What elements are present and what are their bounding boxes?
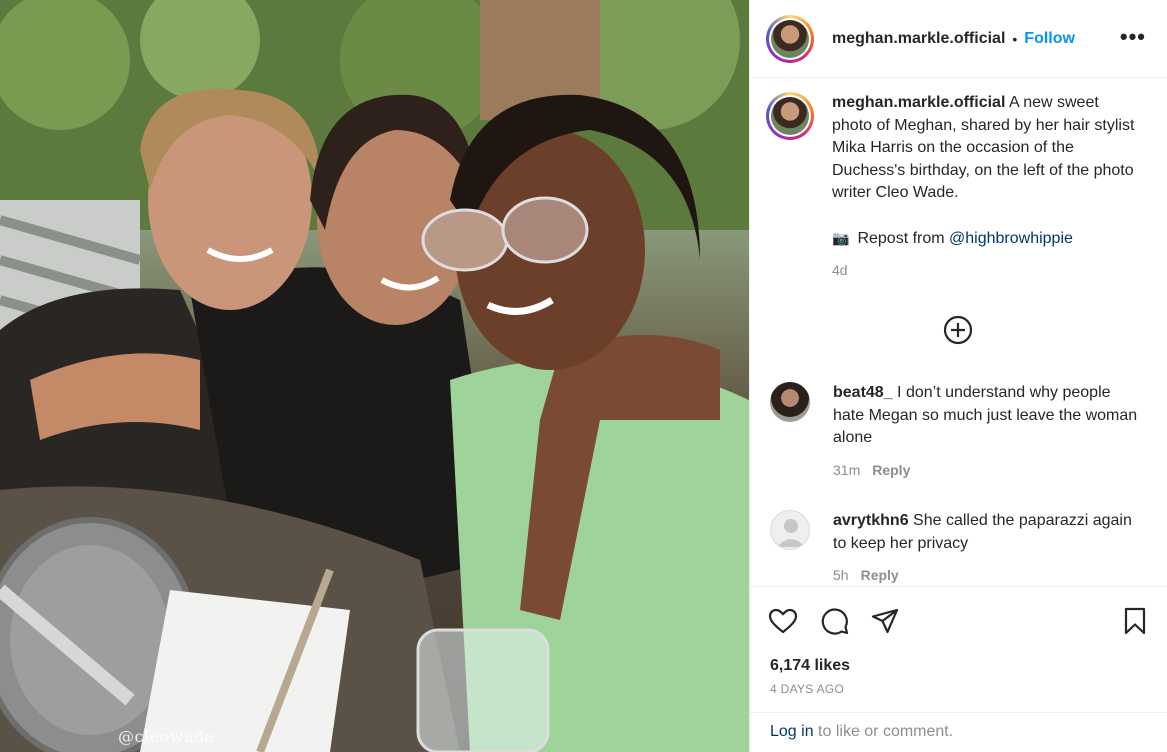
likes-count[interactable]: 6,174 likes	[770, 657, 850, 675]
heart-icon[interactable]	[768, 606, 798, 636]
avatar-image	[771, 19, 809, 58]
bookmark-icon[interactable]	[1120, 606, 1150, 636]
photo-illustration	[0, 0, 749, 752]
add-circle-icon[interactable]	[943, 315, 973, 345]
login-prompt: Log in to like or comment.	[750, 712, 1167, 752]
reply-button[interactable]: Reply	[872, 462, 910, 478]
comment-item: avrytkhn6 She called the paparazzi again…	[770, 510, 1150, 586]
post-photo[interactable]: @cleowade	[0, 0, 749, 752]
camera-icon: 📷	[832, 229, 850, 246]
comment-item: beat48_ I don’t understand why people ha…	[770, 382, 1150, 481]
caption-timestamp[interactable]: 4d	[832, 259, 1142, 282]
commenter-username[interactable]: avrytkhn6	[833, 512, 909, 529]
post-header: meghan.markle.official • Follow •••	[750, 0, 1167, 78]
author-avatar[interactable]	[766, 14, 814, 63]
reply-button[interactable]: Reply	[861, 567, 899, 583]
repost-line: 📷 Repost from @highbrowhippie	[832, 227, 1142, 251]
avatar-image	[771, 97, 809, 135]
commenter-username[interactable]: beat48_	[833, 384, 893, 401]
separator-dot: •	[1012, 30, 1018, 47]
comment-icon[interactable]	[820, 606, 850, 636]
post-actions: 6,174 likes 4 DAYS AGO	[750, 586, 1167, 712]
photo-watermark: @cleowade	[118, 727, 215, 746]
more-options-icon[interactable]: •••	[1120, 24, 1146, 50]
comment-time[interactable]: 5h	[833, 567, 849, 583]
author-username[interactable]: meghan.markle.official	[832, 30, 1005, 48]
follow-button[interactable]: Follow	[1024, 30, 1075, 48]
post-date[interactable]: 4 DAYS AGO	[770, 682, 844, 696]
login-link[interactable]: Log in	[770, 723, 814, 740]
post-caption: meghan.markle.official A new sweet photo…	[766, 92, 1156, 281]
repost-prefix: Repost from	[857, 229, 950, 247]
post-side-panel: meghan.markle.official • Follow ••• megh…	[749, 0, 1167, 752]
caption-author-avatar[interactable]	[766, 92, 814, 140]
commenter-avatar[interactable]	[770, 510, 810, 550]
caption-username[interactable]: meghan.markle.official	[832, 94, 1005, 111]
comments-scroll-area[interactable]: meghan.markle.official A new sweet photo…	[750, 79, 1167, 586]
default-user-icon	[777, 519, 805, 547]
commenter-avatar[interactable]	[770, 382, 810, 422]
repost-handle-link[interactable]: @highbrowhippie	[949, 230, 1073, 247]
share-icon[interactable]	[870, 606, 900, 636]
login-prompt-text: to like or comment.	[813, 723, 954, 740]
comment-time[interactable]: 31m	[833, 462, 860, 478]
